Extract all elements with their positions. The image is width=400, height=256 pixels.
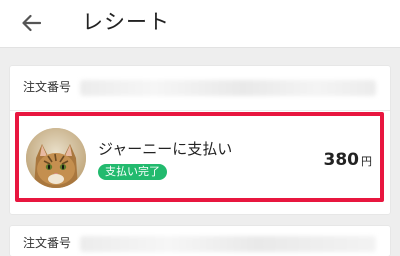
page-title: レシート — [82, 10, 170, 34]
arrow-left-icon — [22, 14, 41, 32]
order-number-label: 注文番号 — [23, 80, 72, 94]
order-number-value-redacted — [80, 80, 376, 96]
app-bar: レシート — [0, 0, 400, 48]
order-number-value-redacted — [80, 236, 376, 252]
back-button[interactable] — [14, 8, 48, 38]
order-number-row: 注文番号 — [10, 66, 390, 111]
receipt-card: 注文番号 — [10, 226, 390, 256]
selection-highlight — [15, 112, 384, 202]
